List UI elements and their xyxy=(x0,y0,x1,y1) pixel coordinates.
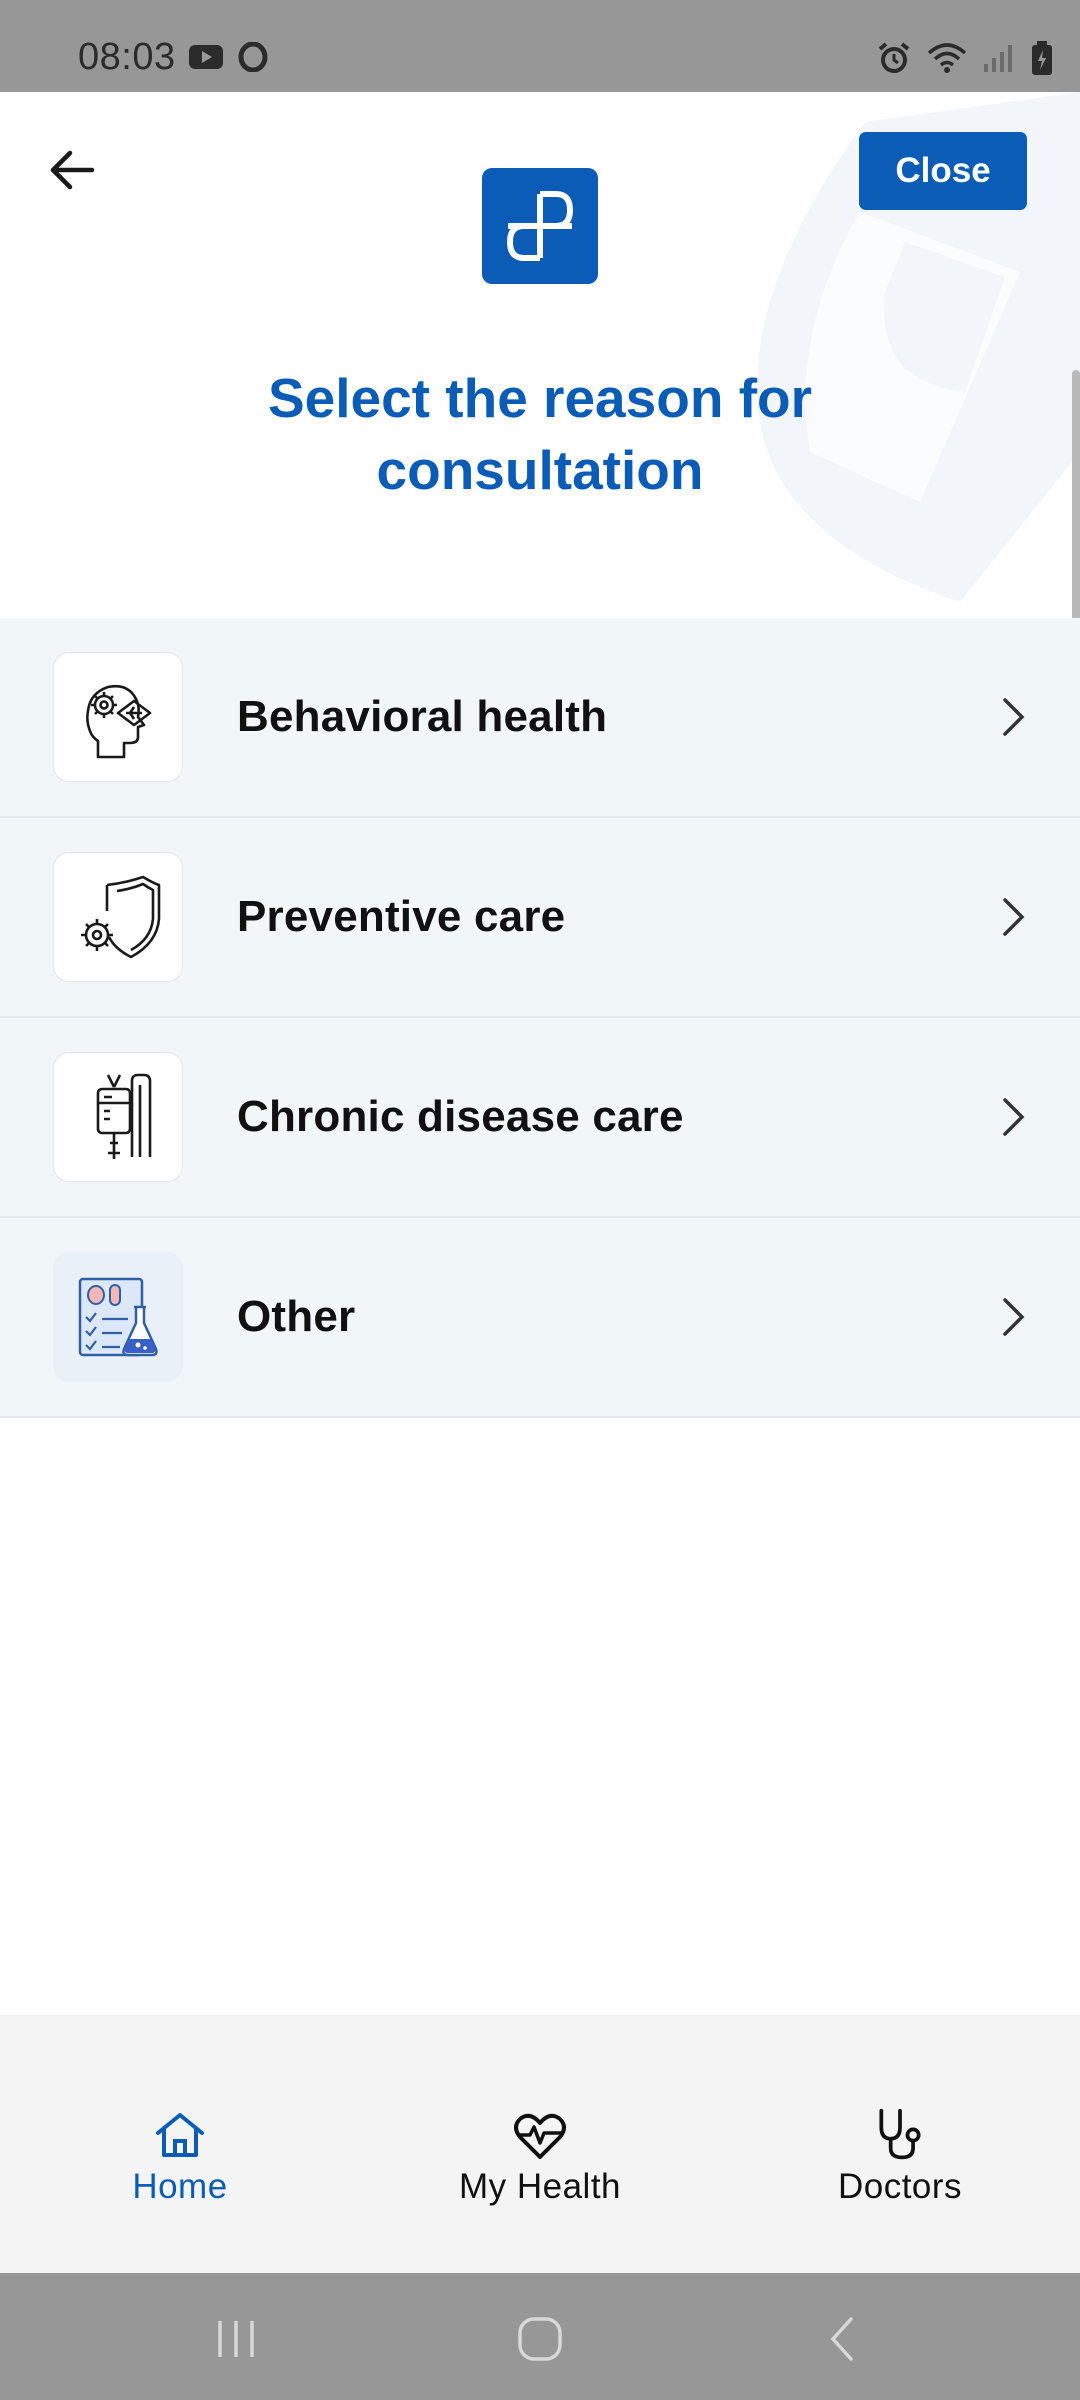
alarm-icon xyxy=(878,42,910,73)
nav-label-home: Home xyxy=(132,2167,228,2206)
home-system-button[interactable] xyxy=(500,2311,580,2367)
chevron-right-icon xyxy=(994,1292,1034,1342)
reason-label: Preventive care xyxy=(237,892,566,941)
back-system-button[interactable] xyxy=(802,2311,882,2367)
recent-apps-button[interactable] xyxy=(196,2311,276,2367)
status-left-icons xyxy=(188,42,268,72)
page-title: Select the reason for consultation xyxy=(267,367,813,501)
status-right-icons xyxy=(876,40,1054,76)
reason-icon-container xyxy=(53,1252,183,1382)
nav-home[interactable]: Home xyxy=(30,2107,330,2207)
app-logo-icon xyxy=(506,191,574,261)
reason-label: Other xyxy=(237,1292,356,1341)
home-button-icon xyxy=(518,2317,562,2361)
heart-pulse-icon xyxy=(514,2113,566,2159)
reason-label: Behavioral health xyxy=(237,692,608,741)
reason-list: Behavioral health Preventive care Chroni… xyxy=(0,618,1080,1418)
app-logo xyxy=(482,168,598,284)
arrow-left-icon xyxy=(50,150,95,190)
reason-item-preventive-care[interactable]: Preventive care xyxy=(0,818,1080,1018)
reason-icon-container xyxy=(53,652,183,782)
reason-icon-container xyxy=(53,1052,183,1182)
status-time: 08:03 xyxy=(78,36,176,78)
recent-apps-icon xyxy=(218,2321,254,2357)
wifi-icon xyxy=(927,43,967,73)
nav-label-my-health: My Health xyxy=(458,2167,622,2206)
nav-label-doctors: Doctors xyxy=(837,2167,963,2206)
reason-label: Chronic disease care xyxy=(237,1092,684,1141)
back-button[interactable] xyxy=(42,140,102,200)
header: Close Select the reason for consultation xyxy=(0,92,1080,618)
signal-icon xyxy=(984,45,1012,72)
system-nav-bar xyxy=(0,2273,1080,2400)
opera-icon xyxy=(238,42,268,72)
nav-doctors[interactable]: Doctors xyxy=(750,2107,1050,2207)
reason-item-chronic-disease-care[interactable]: Chronic disease care xyxy=(0,1018,1080,1218)
reason-icon-container xyxy=(53,852,183,982)
close-button[interactable]: Close xyxy=(859,132,1027,210)
head-gears-icon xyxy=(86,684,152,759)
reason-item-behavioral-health[interactable]: Behavioral health xyxy=(0,618,1080,818)
reason-item-other[interactable]: Other xyxy=(0,1218,1080,1418)
stethoscope-icon xyxy=(879,2108,921,2160)
bottom-nav: Home My Health Doctors xyxy=(0,2015,1080,2273)
home-icon xyxy=(156,2113,204,2157)
chevron-right-icon xyxy=(994,1092,1034,1142)
youtube-icon xyxy=(189,45,223,69)
chevron-right-icon xyxy=(994,692,1034,742)
shield-virus-icon xyxy=(81,875,161,959)
battery-icon xyxy=(1032,41,1052,75)
lab-clipboard-icon xyxy=(78,1277,158,1357)
back-button-icon xyxy=(830,2317,853,2361)
nav-my-health[interactable]: My Health xyxy=(390,2107,690,2207)
status-bar: 08:03 xyxy=(0,0,1080,92)
iv-drip-icon xyxy=(96,1073,152,1159)
chevron-right-icon xyxy=(994,892,1034,942)
